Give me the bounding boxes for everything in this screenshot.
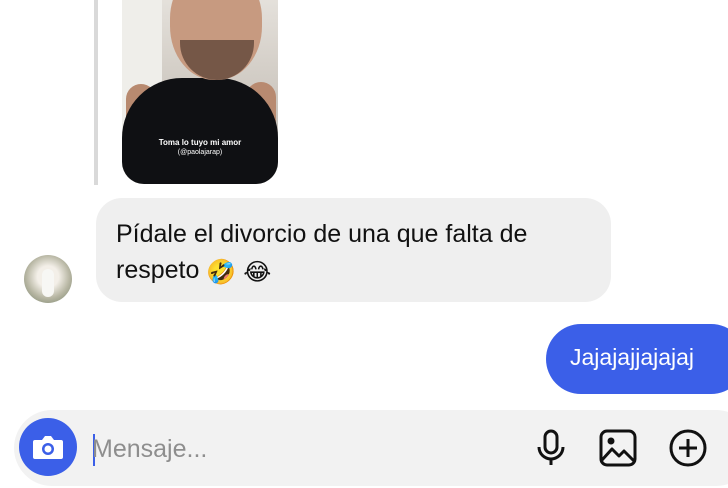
gallery-icon	[599, 429, 637, 467]
story-caption-handle: (@paolajarap)	[177, 149, 223, 156]
story-reply-thumbnail[interactable]: Toma lo tuyo mi amor (@paolajarap)	[122, 0, 278, 184]
microphone-button[interactable]	[531, 427, 571, 469]
camera-button[interactable]	[19, 418, 77, 476]
microphone-icon	[537, 429, 565, 465]
add-button[interactable]	[667, 427, 707, 469]
story-person-shirt	[122, 78, 278, 184]
camera-icon	[33, 436, 63, 459]
message-text-line: Pídale el divorcio de una que falta de	[116, 220, 528, 248]
gallery-button[interactable]	[598, 427, 638, 469]
rolling-laughing-emoji-icon: 🤣	[206, 258, 237, 286]
story-caption: Toma lo tuyo mi amor (@paolajarap)	[122, 138, 278, 158]
story-caption-line: Toma lo tuyo mi amor	[158, 138, 242, 147]
tears-of-joy-emoji-icon: 😂	[243, 258, 272, 286]
message-input[interactable]: Mensaje...	[92, 430, 512, 468]
message-text: Jajajajjajajaj	[570, 344, 695, 370]
avatar[interactable]	[24, 255, 72, 303]
message-text: respeto	[116, 256, 200, 284]
incoming-message-bubble[interactable]: Pídale el divorcio de una que falta de r…	[96, 198, 611, 302]
story-reply-line	[94, 0, 98, 185]
message-text-line-2: respeto 🤣 😂	[116, 252, 591, 290]
outgoing-message-bubble[interactable]: Jajajajjajajaj	[546, 324, 728, 394]
avatar-figure	[42, 269, 54, 297]
story-person-beard	[180, 40, 254, 80]
plus-icon	[669, 429, 707, 467]
